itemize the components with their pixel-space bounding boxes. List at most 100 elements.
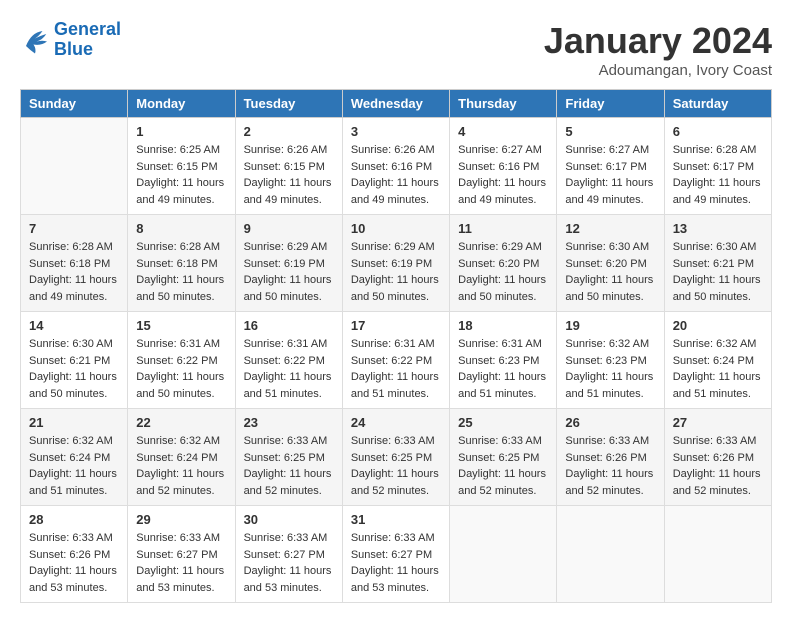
day-info: Sunrise: 6:33 AM Sunset: 6:25 PM Dayligh… xyxy=(458,433,548,499)
day-info: Sunrise: 6:31 AM Sunset: 6:22 PM Dayligh… xyxy=(351,336,441,402)
day-number: 26 xyxy=(565,415,655,430)
calendar-cell: 15 Sunrise: 6:31 AM Sunset: 6:22 PM Dayli… xyxy=(128,312,235,409)
day-number: 23 xyxy=(244,415,334,430)
day-info: Sunrise: 6:33 AM Sunset: 6:26 PM Dayligh… xyxy=(673,433,763,499)
calendar-cell: 7 Sunrise: 6:28 AM Sunset: 6:18 PM Daylig… xyxy=(21,215,128,312)
calendar-cell: 19Sunrise: 6:32 AM Sunset: 6:23 PM Dayli… xyxy=(557,312,664,409)
calendar-cell: 5Sunrise: 6:27 AM Sunset: 6:17 PM Daylig… xyxy=(557,118,664,215)
day-number: 22 xyxy=(136,415,226,430)
calendar-cell: 27 Sunrise: 6:33 AM Sunset: 6:26 PM Dayli… xyxy=(664,409,771,506)
day-info: Sunrise: 6:32 AM Sunset: 6:24 PM Dayligh… xyxy=(673,336,763,402)
logo-text: General Blue xyxy=(54,20,121,60)
calendar-cell: 17 Sunrise: 6:31 AM Sunset: 6:22 PM Dayli… xyxy=(342,312,449,409)
calendar-cell: 9Sunrise: 6:29 AM Sunset: 6:19 PM Daylig… xyxy=(235,215,342,312)
calendar-cell: 14 Sunrise: 6:30 AM Sunset: 6:21 PM Dayli… xyxy=(21,312,128,409)
day-info: Sunrise: 6:30 AM Sunset: 6:21 PM Dayligh… xyxy=(673,239,763,305)
day-info: Sunrise: 6:27 AM Sunset: 6:16 PM Dayligh… xyxy=(458,142,548,208)
day-number: 15 xyxy=(136,318,226,333)
day-number: 19 xyxy=(565,318,655,333)
day-of-week-header: Thursday xyxy=(450,90,557,118)
day-info: Sunrise: 6:28 AM Sunset: 6:18 PM Dayligh… xyxy=(136,239,226,305)
day-info: Sunrise: 6:31 AM Sunset: 6:22 PM Dayligh… xyxy=(136,336,226,402)
day-info: Sunrise: 6:33 AM Sunset: 6:27 PM Dayligh… xyxy=(136,530,226,596)
day-number: 13 xyxy=(673,221,763,236)
day-number: 27 xyxy=(673,415,763,430)
day-number: 14 xyxy=(29,318,119,333)
calendar-cell: 26 Sunrise: 6:33 AM Sunset: 6:26 PM Dayli… xyxy=(557,409,664,506)
day-number: 20 xyxy=(673,318,763,333)
day-info: Sunrise: 6:32 AM Sunset: 6:24 PM Dayligh… xyxy=(136,433,226,499)
calendar-cell: 20 Sunrise: 6:32 AM Sunset: 6:24 PM Dayli… xyxy=(664,312,771,409)
day-info: Sunrise: 6:25 AM Sunset: 6:15 PM Dayligh… xyxy=(136,142,226,208)
day-info: Sunrise: 6:33 AM Sunset: 6:27 PM Dayligh… xyxy=(244,530,334,596)
day-info: Sunrise: 6:26 AM Sunset: 6:16 PM Dayligh… xyxy=(351,142,441,208)
title-block: January 2024 Adoumangan, Ivory Coast xyxy=(544,20,772,79)
day-info: Sunrise: 6:29 AM Sunset: 6:20 PM Dayligh… xyxy=(458,239,548,305)
day-number: 4 xyxy=(458,124,548,139)
day-of-week-header: Tuesday xyxy=(235,90,342,118)
calendar-cell xyxy=(664,506,771,603)
day-number: 31 xyxy=(351,512,441,527)
calendar-cell xyxy=(21,118,128,215)
calendar-cell: 30 Sunrise: 6:33 AM Sunset: 6:27 PM Dayli… xyxy=(235,506,342,603)
day-number: 25 xyxy=(458,415,548,430)
calendar-cell: 25 Sunrise: 6:33 AM Sunset: 6:25 PM Dayli… xyxy=(450,409,557,506)
day-number: 24 xyxy=(351,415,441,430)
logo-icon xyxy=(20,25,50,55)
day-number: 16 xyxy=(244,318,334,333)
calendar-cell: 8 Sunrise: 6:28 AM Sunset: 6:18 PM Daylig… xyxy=(128,215,235,312)
day-info: Sunrise: 6:30 AM Sunset: 6:21 PM Dayligh… xyxy=(29,336,119,402)
calendar-cell: 18 Sunrise: 6:31 AM Sunset: 6:23 PM Dayli… xyxy=(450,312,557,409)
calendar-cell: 21Sunrise: 6:32 AM Sunset: 6:24 PM Dayli… xyxy=(21,409,128,506)
calendar-week-row: 1Sunrise: 6:25 AM Sunset: 6:15 PM Daylig… xyxy=(21,118,772,215)
calendar-cell: 3 Sunrise: 6:26 AM Sunset: 6:16 PM Daylig… xyxy=(342,118,449,215)
day-number: 6 xyxy=(673,124,763,139)
day-info: Sunrise: 6:31 AM Sunset: 6:23 PM Dayligh… xyxy=(458,336,548,402)
day-info: Sunrise: 6:27 AM Sunset: 6:17 PM Dayligh… xyxy=(565,142,655,208)
calendar-cell: 13 Sunrise: 6:30 AM Sunset: 6:21 PM Dayli… xyxy=(664,215,771,312)
location-subtitle: Adoumangan, Ivory Coast xyxy=(544,62,772,79)
day-number: 18 xyxy=(458,318,548,333)
calendar-cell: 23 Sunrise: 6:33 AM Sunset: 6:25 PM Dayli… xyxy=(235,409,342,506)
calendar-cell: 11 Sunrise: 6:29 AM Sunset: 6:20 PM Dayli… xyxy=(450,215,557,312)
calendar-cell xyxy=(557,506,664,603)
calendar-cell: 29 Sunrise: 6:33 AM Sunset: 6:27 PM Dayli… xyxy=(128,506,235,603)
calendar-cell: 4 Sunrise: 6:27 AM Sunset: 6:16 PM Daylig… xyxy=(450,118,557,215)
day-number: 9 xyxy=(244,221,334,236)
day-number: 11 xyxy=(458,221,548,236)
day-info: Sunrise: 6:33 AM Sunset: 6:26 PM Dayligh… xyxy=(29,530,119,596)
month-title: January 2024 xyxy=(544,20,772,62)
calendar-week-row: 7 Sunrise: 6:28 AM Sunset: 6:18 PM Daylig… xyxy=(21,215,772,312)
day-number: 21 xyxy=(29,415,119,430)
day-of-week-header: Wednesday xyxy=(342,90,449,118)
day-number: 12 xyxy=(565,221,655,236)
calendar-week-row: 28 Sunrise: 6:33 AM Sunset: 6:26 PM Dayli… xyxy=(21,506,772,603)
day-info: Sunrise: 6:28 AM Sunset: 6:17 PM Dayligh… xyxy=(673,142,763,208)
day-of-week-header: Saturday xyxy=(664,90,771,118)
calendar-cell: 1Sunrise: 6:25 AM Sunset: 6:15 PM Daylig… xyxy=(128,118,235,215)
day-number: 30 xyxy=(244,512,334,527)
day-info: Sunrise: 6:28 AM Sunset: 6:18 PM Dayligh… xyxy=(29,239,119,305)
calendar-cell: 31Sunrise: 6:33 AM Sunset: 6:27 PM Dayli… xyxy=(342,506,449,603)
calendar-cell: 6 Sunrise: 6:28 AM Sunset: 6:17 PM Daylig… xyxy=(664,118,771,215)
logo: General Blue xyxy=(20,20,121,60)
day-of-week-header: Friday xyxy=(557,90,664,118)
calendar-cell: 22 Sunrise: 6:32 AM Sunset: 6:24 PM Dayli… xyxy=(128,409,235,506)
day-info: Sunrise: 6:30 AM Sunset: 6:20 PM Dayligh… xyxy=(565,239,655,305)
calendar-week-row: 14 Sunrise: 6:30 AM Sunset: 6:21 PM Dayli… xyxy=(21,312,772,409)
day-info: Sunrise: 6:31 AM Sunset: 6:22 PM Dayligh… xyxy=(244,336,334,402)
calendar-header-row: SundayMondayTuesdayWednesdayThursdayFrid… xyxy=(21,90,772,118)
calendar-week-row: 21 Sunrise: 6:32 AM Sunset: 6:24 PM Dayli… xyxy=(21,409,772,506)
calendar-cell: 2Sunrise: 6:26 AM Sunset: 6:15 PM Daylig… xyxy=(235,118,342,215)
day-number: 3 xyxy=(351,124,441,139)
day-info: Sunrise: 6:26 AM Sunset: 6:15 PM Dayligh… xyxy=(244,142,334,208)
day-number: 7 xyxy=(29,221,119,236)
day-number: 17 xyxy=(351,318,441,333)
day-info: Sunrise: 6:33 AM Sunset: 6:25 PM Dayligh… xyxy=(244,433,334,499)
day-info: Sunrise: 6:29 AM Sunset: 6:19 PM Dayligh… xyxy=(351,239,441,305)
day-number: 8 xyxy=(136,221,226,236)
page-header: General Blue January 2024 Adoumangan, Iv… xyxy=(20,20,772,79)
day-number: 29 xyxy=(136,512,226,527)
day-info: Sunrise: 6:33 AM Sunset: 6:26 PM Dayligh… xyxy=(565,433,655,499)
day-number: 28 xyxy=(29,512,119,527)
